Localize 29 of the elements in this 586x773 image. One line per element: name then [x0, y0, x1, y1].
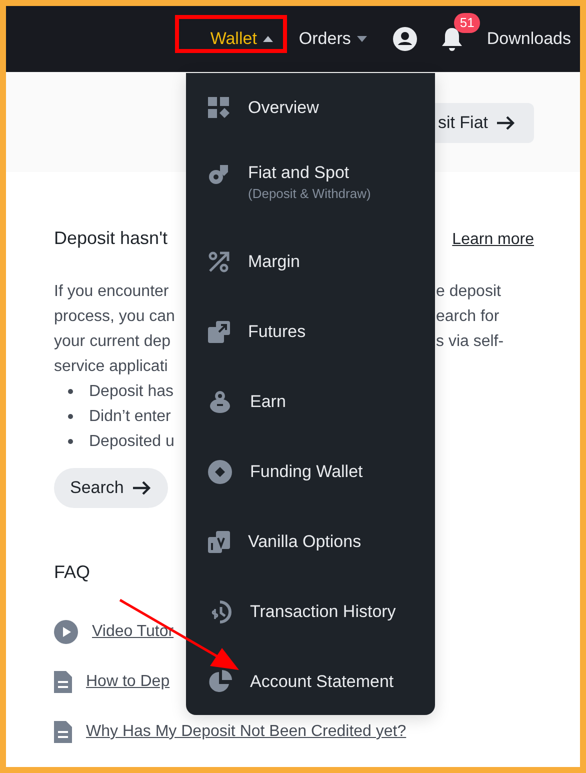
- menu-item[interactable]: Funding Wallet: [186, 437, 435, 507]
- search-button[interactable]: Search: [54, 468, 168, 508]
- bullet-text: Deposited u: [89, 432, 174, 450]
- paragraph-text: service applicati: [54, 358, 169, 376]
- section-title: Deposit hasn't: [54, 228, 168, 249]
- paragraph-text: s via self-: [436, 332, 505, 350]
- faq-link[interactable]: How to Dep: [86, 673, 170, 691]
- nav-link[interactable]: Downloads: [486, 29, 571, 49]
- bullet-text: Didn’t enter: [89, 408, 171, 426]
- paragraph-text: earch for: [436, 308, 500, 326]
- menu-item[interactable]: Earn: [186, 367, 435, 437]
- menu-item[interactable]: Transaction History: [186, 577, 435, 647]
- bullet-text: Deposit has: [89, 382, 174, 400]
- menu-item[interactable]: Fiat and Spot (Deposit & Withdraw): [186, 143, 435, 227]
- faq-link[interactable]: Video Tutor: [92, 623, 174, 641]
- menu-item[interactable]: Account Statement: [186, 647, 435, 717]
- nav-menu[interactable]: Orders: [298, 29, 367, 49]
- paragraph-text: process, you can: [54, 308, 176, 326]
- faq-heading: FAQ: [54, 562, 92, 583]
- nav-menu[interactable]: Wallet: [210, 29, 273, 49]
- paragraph-text: If you encounter: [54, 282, 170, 300]
- menu-item[interactable]: Vanilla Options: [186, 507, 435, 577]
- notification-badge: 51: [454, 13, 480, 33]
- menu-item[interactable]: Margin: [186, 227, 435, 297]
- learn-more-link[interactable]: Learn more: [452, 231, 534, 249]
- paragraph-text: e deposit: [436, 282, 502, 300]
- menu-item[interactable]: Futures: [186, 297, 435, 367]
- faq-link[interactable]: Why Has My Deposit Not Been Credited yet?: [86, 723, 406, 741]
- paragraph-text: your current dep: [54, 332, 172, 350]
